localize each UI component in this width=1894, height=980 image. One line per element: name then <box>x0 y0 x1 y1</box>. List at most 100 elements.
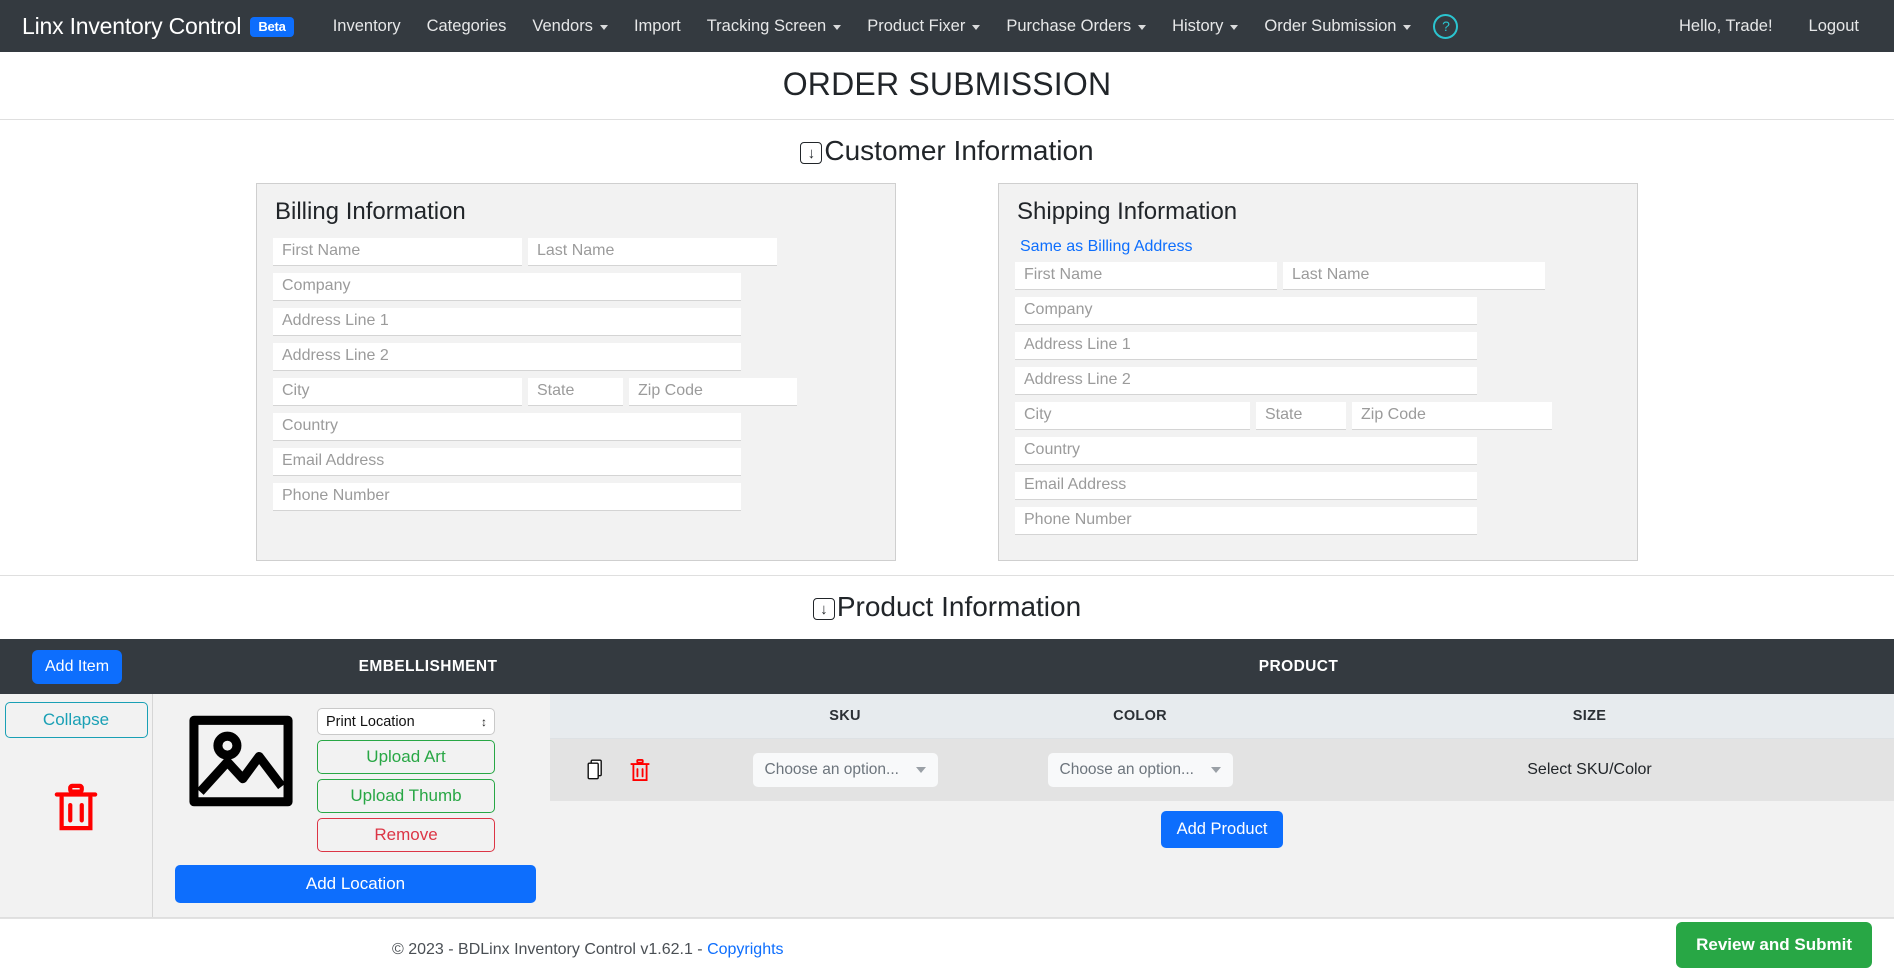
billing-address1-input[interactable] <box>273 308 741 336</box>
billing-country-input[interactable] <box>273 413 741 441</box>
product-table-header-bar: Add Item EMBELLISHMENT PRODUCT <box>0 639 1894 694</box>
product-table: SKU COLOR SIZE Choose an option... Choos… <box>550 694 1894 801</box>
billing-state-input[interactable] <box>528 378 623 406</box>
product-information-toggle[interactable]: ↓ Product Information <box>0 576 1894 639</box>
remove-button[interactable]: Remove <box>317 818 495 852</box>
shipping-first-name-input[interactable] <box>1015 262 1277 290</box>
sku-select[interactable]: Choose an option... <box>752 753 938 787</box>
product-information-heading: Product Information <box>836 591 1082 622</box>
shipping-country-input[interactable] <box>1015 437 1477 465</box>
customer-information-toggle[interactable]: ↓ Customer Information <box>0 120 1894 183</box>
shipping-information-card: Shipping Information Same as Billing Add… <box>998 183 1638 561</box>
collapse-button[interactable]: Collapse <box>4 702 148 738</box>
shipping-phone-row <box>1015 507 1621 535</box>
billing-email-input[interactable] <box>273 448 741 476</box>
nav-item-import[interactable]: Import <box>621 11 694 42</box>
brand-logo[interactable]: Linx Inventory Control Beta <box>22 13 294 40</box>
shipping-address1-input[interactable] <box>1015 332 1477 360</box>
billing-city-row <box>273 378 879 406</box>
embellishment-controls: Print Location ↕ Upload Art Upload Thumb… <box>317 708 495 852</box>
table-row: Choose an option... Choose an option... … <box>550 738 1894 801</box>
billing-country-row <box>273 413 879 441</box>
shipping-zip-input[interactable] <box>1352 402 1552 430</box>
print-location-select[interactable]: Print Location <box>317 708 495 735</box>
arrow-down-icon: ↓ <box>812 598 835 620</box>
add-item-cell: Add Item <box>0 649 153 684</box>
shipping-phone-input[interactable] <box>1015 507 1477 535</box>
shipping-state-input[interactable] <box>1256 402 1346 430</box>
upload-thumb-button[interactable]: Upload Thumb <box>317 779 495 813</box>
product-header-label: PRODUCT <box>1258 657 1339 675</box>
nav-label: Product Fixer <box>867 16 966 35</box>
nav-item-vendors[interactable]: Vendors <box>519 11 621 42</box>
chevron-down-icon <box>833 24 842 30</box>
nav-links: Inventory Categories Vendors Import Trac… <box>320 11 1459 42</box>
nav-item-history[interactable]: History <box>1159 11 1251 42</box>
nav-label: Tracking Screen <box>706 16 827 35</box>
shipping-country-row <box>1015 437 1621 465</box>
chevron-down-icon <box>599 24 608 30</box>
customer-information-heading: Customer Information <box>824 135 1094 166</box>
item-controls-column: Collapse <box>0 694 153 917</box>
question-mark-circle-icon[interactable]: ? <box>1433 13 1459 39</box>
billing-city-input[interactable] <box>273 378 522 406</box>
nav-item-tracking-screen[interactable]: Tracking Screen <box>694 11 855 42</box>
shipping-address1-row <box>1015 332 1621 360</box>
row-icon-group <box>550 757 695 783</box>
shipping-city-input[interactable] <box>1015 402 1250 430</box>
billing-company-row <box>273 273 879 301</box>
shipping-company-row <box>1015 297 1621 325</box>
billing-zip-input[interactable] <box>629 378 797 406</box>
nav-label: Order Submission <box>1264 16 1397 35</box>
billing-first-name-input[interactable] <box>273 238 522 266</box>
copyright-text: © 2023 - BDLinx Inventory Control v1.62.… <box>392 941 784 959</box>
nav-label: History <box>1172 16 1224 35</box>
billing-last-name-input[interactable] <box>528 238 777 266</box>
add-item-button[interactable]: Add Item <box>32 649 123 684</box>
shipping-last-name-input[interactable] <box>1283 262 1545 290</box>
shipping-company-input[interactable] <box>1015 297 1477 325</box>
trash-icon[interactable] <box>53 780 99 839</box>
nav-item-purchase-orders[interactable]: Purchase Orders <box>993 11 1159 42</box>
billing-company-input[interactable] <box>273 273 741 301</box>
add-product-button[interactable]: Add Product <box>1160 811 1284 848</box>
billing-address2-input[interactable] <box>273 343 741 371</box>
col-sku: SKU <box>695 694 995 739</box>
copy-icon[interactable] <box>586 758 606 782</box>
embellishment-header-label: EMBELLISHMENT <box>358 657 498 675</box>
nav-item-inventory[interactable]: Inventory <box>320 11 414 42</box>
nav-label: Purchase Orders <box>1006 16 1132 35</box>
color-select[interactable]: Choose an option... <box>1047 753 1233 787</box>
nav-item-product-fixer[interactable]: Product Fixer <box>854 11 993 42</box>
same-as-billing-link[interactable]: Same as Billing Address <box>1020 238 1193 256</box>
nav-right-group: Hello, Trade! Logout <box>1666 11 1872 42</box>
trash-icon[interactable] <box>629 757 651 783</box>
chevron-down-icon <box>1138 24 1147 30</box>
shipping-address2-input[interactable] <box>1015 367 1477 395</box>
add-location-row: Add Location <box>165 858 550 903</box>
product-table-head: SKU COLOR SIZE <box>550 694 1894 739</box>
row-color-cell: Choose an option... <box>995 738 1285 801</box>
product-column: SKU COLOR SIZE Choose an option... Choos… <box>550 694 1894 917</box>
nav-item-categories[interactable]: Categories <box>414 11 520 42</box>
brand-title: Linx Inventory Control <box>22 12 242 39</box>
billing-address2-row <box>273 343 879 371</box>
product-table-header-row: SKU COLOR SIZE <box>550 694 1894 739</box>
nav-item-order-submission[interactable]: Order Submission <box>1251 11 1424 42</box>
col-color: COLOR <box>995 694 1285 739</box>
shipping-email-input[interactable] <box>1015 472 1477 500</box>
item-row: Collapse Print Location ↕ Upload Art Upl… <box>0 694 1894 918</box>
billing-phone-row <box>273 483 879 511</box>
review-and-submit-button[interactable]: Review and Submit <box>1676 922 1872 968</box>
billing-phone-input[interactable] <box>273 483 741 511</box>
add-location-button[interactable]: Add Location <box>175 865 536 903</box>
embellishment-column: Print Location ↕ Upload Art Upload Thumb… <box>153 694 550 917</box>
upload-art-button[interactable]: Upload Art <box>317 740 495 774</box>
billing-title: Billing Information <box>275 198 466 225</box>
footer: © 2023 - BDLinx Inventory Control v1.62.… <box>0 918 1894 980</box>
nav-label: Categories <box>426 16 507 35</box>
shipping-email-row <box>1015 472 1621 500</box>
color-select-value: Choose an option... <box>1059 761 1194 778</box>
chevron-down-icon <box>972 24 981 30</box>
logout-link[interactable]: Logout <box>1796 11 1872 42</box>
